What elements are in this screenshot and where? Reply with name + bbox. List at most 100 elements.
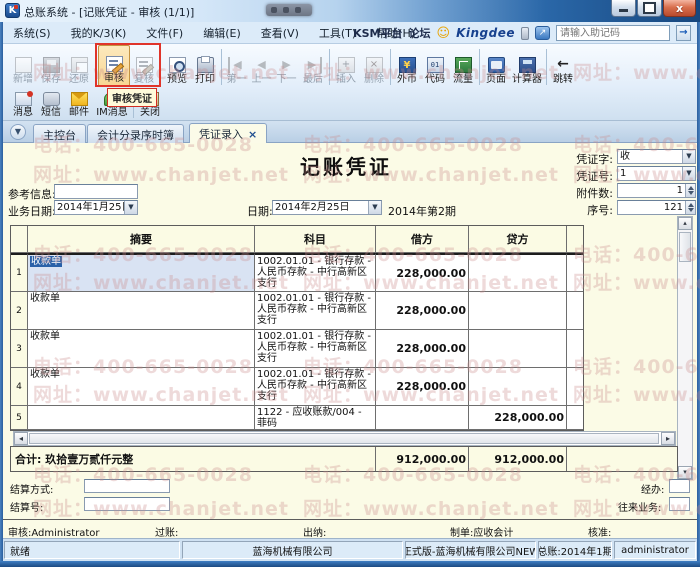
- last-button[interactable]: 最后: [299, 45, 327, 87]
- summary-cell[interactable]: 收款单: [28, 330, 255, 368]
- spinner-arrows-icon[interactable]: [685, 184, 695, 197]
- current-business-input[interactable]: [669, 497, 690, 511]
- jump-button[interactable]: 跳转: [549, 45, 577, 87]
- chevron-down-icon[interactable]: [682, 150, 695, 163]
- tab-journal-list[interactable]: 会计分录序时簿: [87, 124, 184, 143]
- debit-cell[interactable]: 228,000.00: [376, 368, 469, 406]
- menu-system[interactable]: 系统(S): [3, 22, 61, 44]
- row-number[interactable]: 3: [11, 330, 28, 368]
- print-button[interactable]: 打印: [191, 45, 219, 87]
- credit-cell[interactable]: 228,000.00: [469, 406, 567, 430]
- voucher-word-combo[interactable]: 收: [617, 149, 696, 164]
- row-number[interactable]: 2: [11, 292, 28, 330]
- message-button[interactable]: 消息: [9, 90, 37, 120]
- row-number[interactable]: 1: [11, 253, 28, 292]
- credit-cell[interactable]: [469, 330, 567, 368]
- tab-main-console[interactable]: 主控台: [33, 124, 86, 143]
- save-button[interactable]: 保存: [37, 45, 65, 87]
- foreign-currency-button[interactable]: 外币: [393, 45, 421, 87]
- tab-voucher-entry[interactable]: 凭证录入×: [189, 123, 267, 143]
- kingdee-logo: Kingdee: [456, 26, 515, 40]
- menu-bar: 系统(S) 我的K/3(K) 文件(F) 编辑(E) 查看(V) 工具(T) 帮…: [3, 22, 697, 44]
- chevron-down-icon[interactable]: [368, 201, 381, 214]
- credit-cell[interactable]: [469, 253, 567, 292]
- account-cell[interactable]: 1002.01.01 - 银行存款 - 人民币存款 - 中行高新区支行: [255, 368, 376, 406]
- scroll-up-icon[interactable]: [678, 217, 692, 230]
- account-cell[interactable]: 1122 - 应收账款/004 - 菲码: [255, 406, 376, 430]
- minimize-button[interactable]: [611, 0, 636, 17]
- previous-button[interactable]: 上一: [249, 45, 274, 87]
- calculator-button[interactable]: 计算器: [510, 45, 544, 87]
- chevron-down-icon[interactable]: [124, 201, 137, 214]
- horizontal-scrollbar[interactable]: [13, 431, 676, 446]
- account-cell[interactable]: 1002.01.01 - 银行存款 - 人民币存款 - 中行高新区支行: [255, 292, 376, 330]
- horizontal-scroll-thumb[interactable]: [29, 433, 659, 444]
- date-combo[interactable]: 2014年2月25日: [272, 200, 382, 215]
- ksm-platform-link[interactable]: KSM平台: [353, 25, 402, 41]
- menu-view[interactable]: 查看(V): [251, 22, 309, 44]
- spinner-arrows-icon[interactable]: [685, 201, 695, 214]
- credit-cell[interactable]: [469, 292, 567, 330]
- first-record-icon: [228, 57, 245, 73]
- print-icon: [197, 57, 214, 73]
- first-button[interactable]: 第一: [224, 45, 249, 87]
- menu-edit[interactable]: 编辑(E): [193, 22, 251, 44]
- summary-cell[interactable]: 收款单: [28, 368, 255, 406]
- menu-my-k3[interactable]: 我的K/3(K): [61, 22, 137, 44]
- total-debit: 912,000.00: [376, 447, 469, 471]
- vertical-scroll-thumb[interactable]: [679, 232, 691, 262]
- mail-button[interactable]: 邮件: [65, 90, 93, 120]
- menu-file[interactable]: 文件(F): [136, 22, 193, 44]
- agent-input[interactable]: [669, 479, 690, 493]
- chevron-down-icon[interactable]: [682, 167, 695, 180]
- new-button[interactable]: 新增: [9, 45, 37, 87]
- maximize-button[interactable]: [637, 0, 662, 17]
- account-cell[interactable]: 1002.01.01 - 银行存款 - 人民币存款 - 中行高新区支行: [255, 330, 376, 368]
- debit-cell[interactable]: 228,000.00: [376, 253, 469, 292]
- account-cell[interactable]: 1002.01.01 - 银行存款 - 人民币存款 - 中行高新区支行: [255, 253, 376, 292]
- attachment-count-spinner[interactable]: 1: [617, 183, 696, 198]
- sms-button[interactable]: 短信: [37, 90, 65, 120]
- credit-cell[interactable]: [469, 368, 567, 406]
- debit-cell[interactable]: 228,000.00: [376, 292, 469, 330]
- summary-cell[interactable]: [28, 406, 255, 430]
- preview-button[interactable]: 预览: [163, 45, 191, 87]
- code-button[interactable]: 代码: [421, 45, 449, 87]
- signature-divider: [3, 519, 697, 520]
- business-date-combo[interactable]: 2014年1月25日: [54, 200, 138, 215]
- header-debit: 借方: [376, 226, 469, 253]
- forum-link[interactable]: 论坛: [409, 25, 431, 41]
- mnemonic-go-button[interactable]: [676, 25, 691, 41]
- restore-button[interactable]: 还原: [65, 45, 93, 87]
- vertical-scrollbar[interactable]: [677, 216, 693, 480]
- delete-button[interactable]: 删除: [360, 45, 388, 87]
- tab-close-icon[interactable]: ×: [248, 128, 257, 141]
- last-record-icon: [305, 57, 322, 73]
- cashflow-button[interactable]: 流量: [449, 45, 477, 87]
- smiley-icon[interactable]: [437, 27, 451, 40]
- messenger-icon[interactable]: [535, 26, 550, 40]
- tab-list-dropdown[interactable]: [10, 124, 26, 140]
- debit-cell[interactable]: 228,000.00: [376, 330, 469, 368]
- mobile-icon[interactable]: [521, 27, 529, 40]
- close-button[interactable]: [663, 0, 696, 17]
- summary-cell[interactable]: 收款单: [28, 253, 255, 292]
- settle-method-input[interactable]: [84, 479, 170, 493]
- mnemonic-input[interactable]: [556, 25, 670, 41]
- sequence-no-spinner[interactable]: 121: [617, 200, 696, 215]
- settle-no-input[interactable]: [84, 497, 170, 511]
- voucher-word-label: 凭证字:: [561, 151, 613, 167]
- scroll-right-icon[interactable]: [661, 432, 675, 445]
- insert-button[interactable]: 插入: [332, 45, 360, 87]
- scroll-down-icon[interactable]: [678, 466, 692, 479]
- page-button[interactable]: 页面: [482, 45, 510, 87]
- debit-cell[interactable]: [376, 406, 469, 430]
- scroll-left-icon[interactable]: [14, 432, 28, 445]
- next-button[interactable]: 下一: [274, 45, 299, 87]
- table-row: 3 收款单 1002.01.01 - 银行存款 - 人民币存款 - 中行高新区支…: [11, 330, 583, 368]
- summary-cell[interactable]: 收款单: [28, 292, 255, 330]
- reference-input[interactable]: [54, 184, 138, 199]
- row-number[interactable]: 4: [11, 368, 28, 406]
- row-number[interactable]: 5: [11, 406, 28, 430]
- voucher-no-combo[interactable]: 1: [617, 166, 696, 181]
